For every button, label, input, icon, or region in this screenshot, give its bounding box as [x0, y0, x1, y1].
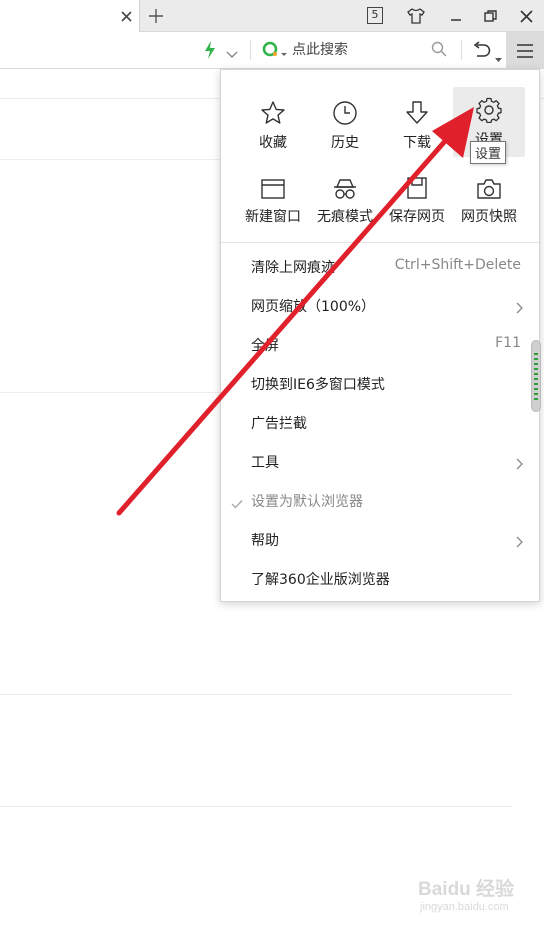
- menu-item-clear-traces[interactable]: 清除上网痕迹 Ctrl+Shift+Delete: [221, 248, 539, 287]
- browser-tab[interactable]: [0, 0, 140, 33]
- menu-item-zoom[interactable]: 网页缩放（100%）: [221, 287, 539, 326]
- search-engine-icon[interactable]: [262, 41, 288, 63]
- chevron-right-icon: [516, 533, 523, 552]
- tab-count-badge[interactable]: 5: [367, 7, 383, 24]
- page-divider: [0, 806, 512, 807]
- chevron-right-icon: [516, 455, 523, 474]
- menu-item-ad-block[interactable]: 广告拦截: [221, 404, 539, 443]
- toolbar-divider: [461, 40, 462, 60]
- minimize-icon[interactable]: [446, 6, 466, 26]
- menu-item-ie6-mode[interactable]: 切换到IE6多窗口模式: [221, 365, 539, 404]
- settings-tooltip: 设置: [470, 141, 507, 164]
- menu-favorites-label: 收藏: [259, 135, 287, 151]
- search-icon[interactable]: [431, 41, 447, 61]
- watermark: Baidu 经验 jingyan.baidu.com: [418, 868, 528, 918]
- chevron-down-icon[interactable]: [226, 44, 238, 63]
- menu-incognito-button[interactable]: 无痕模式: [309, 170, 381, 236]
- page-scrollbar[interactable]: [531, 340, 541, 412]
- menu-favorites-button[interactable]: 收藏: [237, 96, 309, 162]
- menu-item-label: 广告拦截: [251, 416, 307, 432]
- page-divider: [0, 159, 225, 160]
- menu-item-help[interactable]: 帮助: [221, 521, 539, 560]
- new-tab-icon[interactable]: [146, 6, 166, 26]
- address-toolbar: 点此搜索: [0, 32, 544, 69]
- menu-history-label: 历史: [331, 135, 359, 151]
- menu-item-tools[interactable]: 工具: [221, 443, 539, 482]
- menu-item-label: 清除上网痕迹: [251, 260, 335, 276]
- menu-history-button[interactable]: 历史: [309, 96, 381, 162]
- menu-item-set-default[interactable]: 设置为默认浏览器: [221, 482, 539, 521]
- skin-icon[interactable]: [406, 6, 426, 26]
- menu-item-fullscreen[interactable]: 全屏 F11: [221, 326, 539, 365]
- main-menu-panel: 收藏 历史 下载 设置 设置 新建窗口 无痕模式 保存网页 网页快照 清除上网痕…: [220, 69, 540, 602]
- menu-downloads-label: 下载: [403, 135, 431, 151]
- page-divider: [0, 392, 225, 393]
- menu-downloads-button[interactable]: 下载: [381, 96, 453, 162]
- star-icon: [237, 96, 309, 126]
- tab-strip: 5: [0, 0, 544, 33]
- menu-incognito-label: 无痕模式: [317, 209, 373, 225]
- menu-item-label: 工具: [251, 455, 279, 471]
- page-divider: [0, 694, 512, 695]
- menu-save-page-label: 保存网页: [389, 209, 445, 225]
- restore-icon[interactable]: [480, 6, 500, 26]
- window-icon: [237, 170, 309, 200]
- speed-mode-icon[interactable]: [204, 41, 216, 63]
- save-page-icon: [381, 170, 453, 200]
- menu-item-label: 切换到IE6多窗口模式: [251, 377, 385, 393]
- chevron-right-icon: [516, 299, 523, 318]
- search-input[interactable]: 点此搜索: [292, 40, 422, 60]
- menu-item-label: 设置为默认浏览器: [251, 494, 363, 510]
- close-tab-icon[interactable]: [117, 7, 135, 25]
- undo-close-tab-icon[interactable]: [472, 41, 492, 63]
- menu-item-shortcut: Ctrl+Shift+Delete: [394, 257, 521, 273]
- checkmark-icon: [231, 494, 243, 513]
- menu-separator: [221, 242, 539, 243]
- menu-new-window-button[interactable]: 新建窗口: [237, 170, 309, 236]
- download-icon: [381, 96, 453, 126]
- menu-item-enterprise[interactable]: 了解360企业版浏览器: [221, 560, 539, 599]
- watermark-brand: Baidu 经验: [418, 879, 515, 900]
- camera-icon: [453, 170, 525, 200]
- incognito-icon: [309, 170, 381, 200]
- menu-item-shortcut: F11: [495, 335, 521, 351]
- main-menu-button[interactable]: [506, 32, 544, 69]
- menu-item-label: 全屏: [251, 338, 279, 354]
- hamburger-icon: [517, 43, 533, 58]
- watermark-url: jingyan.baidu.com: [420, 901, 509, 913]
- toolbar-divider: [250, 40, 251, 60]
- menu-snapshot-label: 网页快照: [461, 209, 517, 225]
- menu-snapshot-button[interactable]: 网页快照: [453, 170, 525, 236]
- menu-new-window-label: 新建窗口: [245, 209, 301, 225]
- menu-save-page-button[interactable]: 保存网页: [381, 170, 453, 236]
- menu-item-label: 了解360企业版浏览器: [251, 572, 390, 588]
- menu-item-label: 帮助: [251, 533, 279, 549]
- gear-icon: [453, 87, 525, 123]
- menu-item-label: 网页缩放（100%）: [251, 299, 376, 315]
- caret-down-icon[interactable]: [495, 48, 502, 67]
- close-window-icon[interactable]: [516, 6, 536, 26]
- clock-icon: [309, 96, 381, 126]
